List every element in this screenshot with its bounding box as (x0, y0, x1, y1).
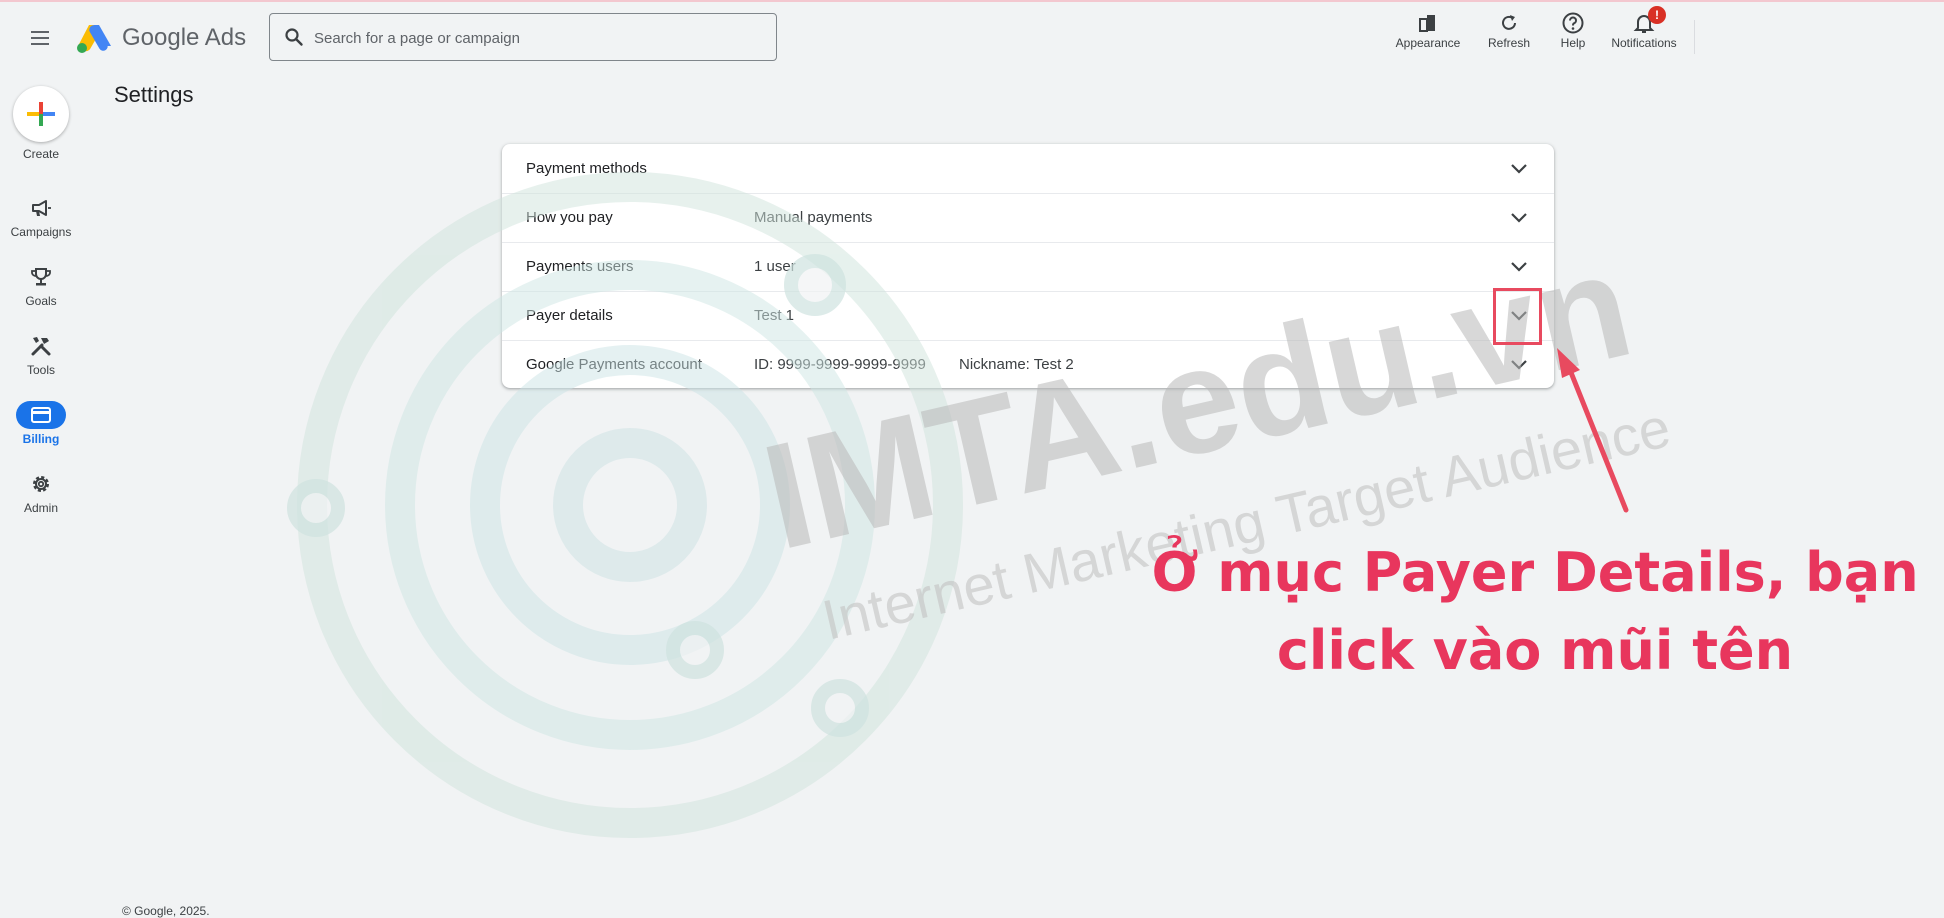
row-divider (502, 242, 1554, 243)
highlight-box (1493, 288, 1542, 345)
chevron-down-icon[interactable] (1508, 158, 1530, 180)
notification-badge: ! (1648, 6, 1666, 24)
nav-item-admin[interactable]: Admin (0, 470, 82, 515)
help-icon (1562, 12, 1584, 34)
search-input[interactable] (312, 14, 756, 62)
row-payment-methods[interactable]: Payment methods (502, 144, 1554, 193)
chevron-down-icon[interactable] (1508, 256, 1530, 278)
nav-item-billing[interactable]: Billing (0, 401, 82, 446)
row-value-nickname: Nickname: Test 2 (959, 356, 1074, 373)
row-how-you-pay[interactable]: How you pay Manual payments (502, 193, 1554, 242)
menu-icon (31, 31, 49, 33)
notifications-label: Notifications (1611, 36, 1677, 50)
gear-icon (33, 476, 49, 492)
refresh-label: Refresh (1487, 36, 1531, 50)
nav-label-campaigns: Campaigns (10, 225, 72, 239)
nav-item-campaigns[interactable]: Campaigns (0, 194, 82, 239)
imta-watermark: IMTA.edu.vn Internet Marketing Target Au… (287, 172, 1676, 838)
create-button[interactable] (13, 86, 69, 142)
create-label: Create (22, 147, 60, 161)
row-divider (502, 193, 1554, 194)
credit-card-icon (31, 407, 51, 423)
row-payments-users[interactable]: Payments users 1 user (502, 242, 1554, 291)
nav-label-goals: Goals (25, 294, 57, 308)
appearance-label: Appearance (1395, 36, 1461, 50)
refresh-icon (1502, 15, 1516, 30)
search-box[interactable] (269, 13, 777, 62)
annotation-line-2: click vào mũi tên (1276, 619, 1794, 682)
row-value: 1 user (754, 258, 796, 275)
nav-label-tools: Tools (26, 363, 55, 377)
menu-icon-bar (31, 37, 49, 39)
refresh-button[interactable]: Refresh (1478, 10, 1540, 58)
trophy-icon (31, 268, 51, 286)
row-value: Manual payments (754, 209, 873, 226)
megaphone-icon (32, 200, 51, 216)
chevron-down-icon[interactable] (1508, 207, 1530, 229)
row-divider (502, 291, 1554, 292)
nav-label-billing: Billing (22, 432, 60, 446)
appearance-icon (1419, 15, 1435, 32)
annotation-text: Ở mục Payer Details, bạn click vào mũi t… (1150, 534, 1920, 690)
nav-item-goals[interactable]: Goals (0, 263, 82, 308)
header-divider (1694, 20, 1695, 54)
help-label: Help (1560, 36, 1586, 50)
notifications-button[interactable]: ! Notifications (1602, 6, 1686, 58)
chevron-down-icon[interactable] (1508, 354, 1530, 376)
help-button[interactable]: Help (1548, 10, 1598, 58)
row-label: Payment methods (526, 160, 647, 177)
menu-icon-bar (31, 43, 49, 45)
row-value-id: ID: 9999-9999-9999-9999 (754, 356, 926, 373)
tools-icon (31, 337, 51, 356)
row-google-payments-account[interactable]: Google Payments account ID: 9999-9999-99… (502, 340, 1554, 389)
page-title: Settings (114, 82, 194, 107)
row-label: Google Payments account (526, 356, 702, 373)
billing-settings-card: Payment methods How you pay Manual payme… (502, 144, 1554, 388)
nav-item-tools[interactable]: Tools (0, 332, 82, 377)
annotation-arrow (1557, 348, 1629, 513)
google-ads-logo-icon[interactable] (76, 22, 112, 54)
appearance-button[interactable]: Appearance (1388, 10, 1468, 58)
brand-title[interactable]: Google Ads (122, 22, 246, 54)
row-label: How you pay (526, 209, 613, 226)
nav-label-admin: Admin (23, 501, 58, 515)
annotation-line-1: Ở mục Payer Details, bạn (1151, 541, 1919, 604)
row-payer-details[interactable]: Payer details Test 1 (502, 291, 1554, 340)
main-menu-button[interactable] (28, 26, 52, 50)
row-label: Payments users (526, 258, 634, 275)
plus-icon (27, 102, 55, 126)
top-border (0, 0, 1944, 2)
footer-copyright: © Google, 2025. (122, 904, 210, 918)
search-icon (285, 28, 303, 46)
row-value: Test 1 (754, 307, 795, 324)
row-label: Payer details (526, 307, 613, 324)
